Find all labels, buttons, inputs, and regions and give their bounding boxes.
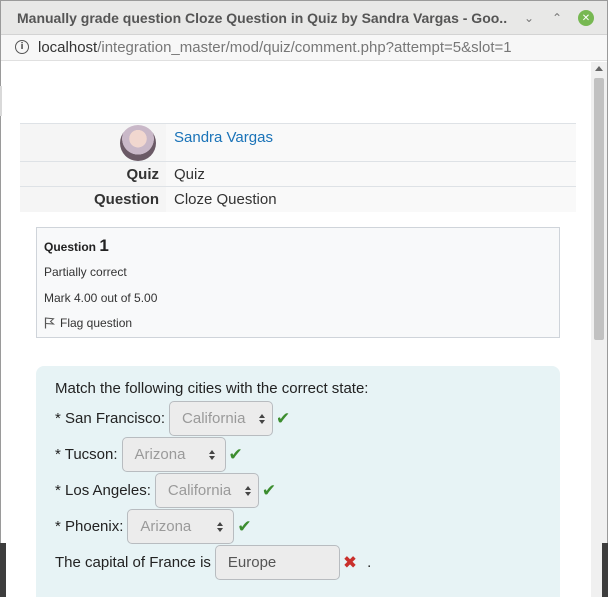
select-arrows-icon: [259, 413, 266, 424]
state-select[interactable]: Arizona: [127, 509, 235, 544]
scroll-up-icon[interactable]: [595, 66, 603, 71]
user-picture-cell: [20, 123, 166, 162]
question-formulation: Match the following cities with the corr…: [36, 366, 560, 597]
popup-window: Manually grade question Cloze Question i…: [0, 0, 608, 597]
page-content: Sandra Vargas Quiz Quiz Question Cloze Q…: [1, 62, 591, 597]
select-arrows-icon: [245, 485, 252, 496]
address-bar[interactable]: i localhost/integration_master/mod/quiz/…: [1, 35, 607, 61]
url-host: localhost: [38, 39, 98, 56]
question-value: Cloze Question: [166, 186, 576, 212]
maximize-icon[interactable]: ⌃: [549, 10, 565, 26]
incorrect-icon: ✖: [342, 552, 358, 573]
url-path: /integration_master/mod/quiz/comment.php…: [97, 39, 512, 56]
capital-label: The capital of France is: [55, 554, 211, 571]
quiz-row: Quiz Quiz: [20, 161, 576, 187]
state-select-value: Arizona: [134, 446, 186, 463]
question-number: Question 1: [44, 236, 109, 256]
state-select[interactable]: Arizona: [121, 437, 226, 472]
question-grade: Mark 4.00 out of 5.00: [44, 291, 158, 305]
window-title: Manually grade question Cloze Question i…: [17, 10, 507, 26]
state-select[interactable]: California: [169, 401, 274, 436]
capital-suffix: .: [367, 554, 372, 571]
close-icon[interactable]: ✕: [578, 10, 594, 26]
question-row: Question Cloze Question: [20, 186, 576, 212]
question-word: Question: [44, 240, 97, 254]
question-prompt: Match the following cities with the corr…: [55, 380, 369, 397]
question-info-box: Question 1 Partially correct Mark 4.00 o…: [36, 227, 560, 338]
scroll-thumb[interactable]: [594, 78, 604, 340]
user-name-link[interactable]: Sandra Vargas: [174, 129, 273, 146]
capital-of-france-row: The capital of France is Europe ✖ .: [55, 545, 371, 580]
attempt-summary-table: Sandra Vargas Quiz Quiz Question Cloze Q…: [20, 123, 576, 212]
match-label: * Tucson:: [55, 446, 118, 463]
correct-icon: ✔: [237, 516, 252, 537]
title-bar[interactable]: Manually grade question Cloze Question i…: [1, 1, 607, 35]
user-name-cell: Sandra Vargas: [166, 123, 576, 162]
avatar[interactable]: [120, 125, 156, 161]
state-select-value: Arizona: [140, 518, 192, 535]
match-row-los-angeles: * Los Angeles: California ✔: [55, 473, 276, 508]
flag-question-link[interactable]: Flag question: [44, 316, 132, 330]
question-state: Partially correct: [44, 265, 127, 279]
match-row-tucson: * Tucson: Arizona ✔: [55, 437, 243, 472]
minimize-icon[interactable]: ⌄: [521, 10, 537, 26]
site-info-icon[interactable]: i: [15, 40, 29, 54]
correct-icon: ✔: [228, 444, 243, 465]
question-number-value: 1: [99, 236, 109, 255]
user-row: Sandra Vargas: [20, 123, 576, 162]
match-label: * San Francisco:: [55, 410, 166, 427]
match-label: * Phoenix:: [55, 518, 124, 535]
match-row-phoenix: * Phoenix: Arizona ✔: [55, 509, 252, 544]
match-label: * Los Angeles:: [55, 482, 151, 499]
select-arrows-icon: [208, 449, 215, 460]
correct-icon: ✔: [276, 408, 291, 429]
state-select[interactable]: California: [154, 473, 259, 508]
question-label: Question: [20, 186, 166, 212]
match-row-san-francisco: * San Francisco: California ✔: [55, 401, 290, 436]
flag-icon: [44, 317, 55, 329]
state-select-value: California: [182, 410, 246, 427]
background-window-edge: [0, 543, 6, 597]
state-select-value: California: [167, 482, 232, 499]
background-window-edge: [602, 543, 608, 597]
quiz-value: Quiz: [166, 161, 576, 187]
quiz-label: Quiz: [20, 161, 166, 187]
flag-question-label: Flag question: [60, 316, 133, 330]
background-window-edge: [0, 86, 2, 116]
select-arrows-icon: [217, 521, 224, 532]
vertical-scrollbar[interactable]: [591, 62, 607, 597]
url-text[interactable]: localhost/integration_master/mod/quiz/co…: [38, 39, 512, 56]
correct-icon: ✔: [261, 480, 277, 501]
capital-answer-input[interactable]: Europe: [214, 545, 340, 580]
